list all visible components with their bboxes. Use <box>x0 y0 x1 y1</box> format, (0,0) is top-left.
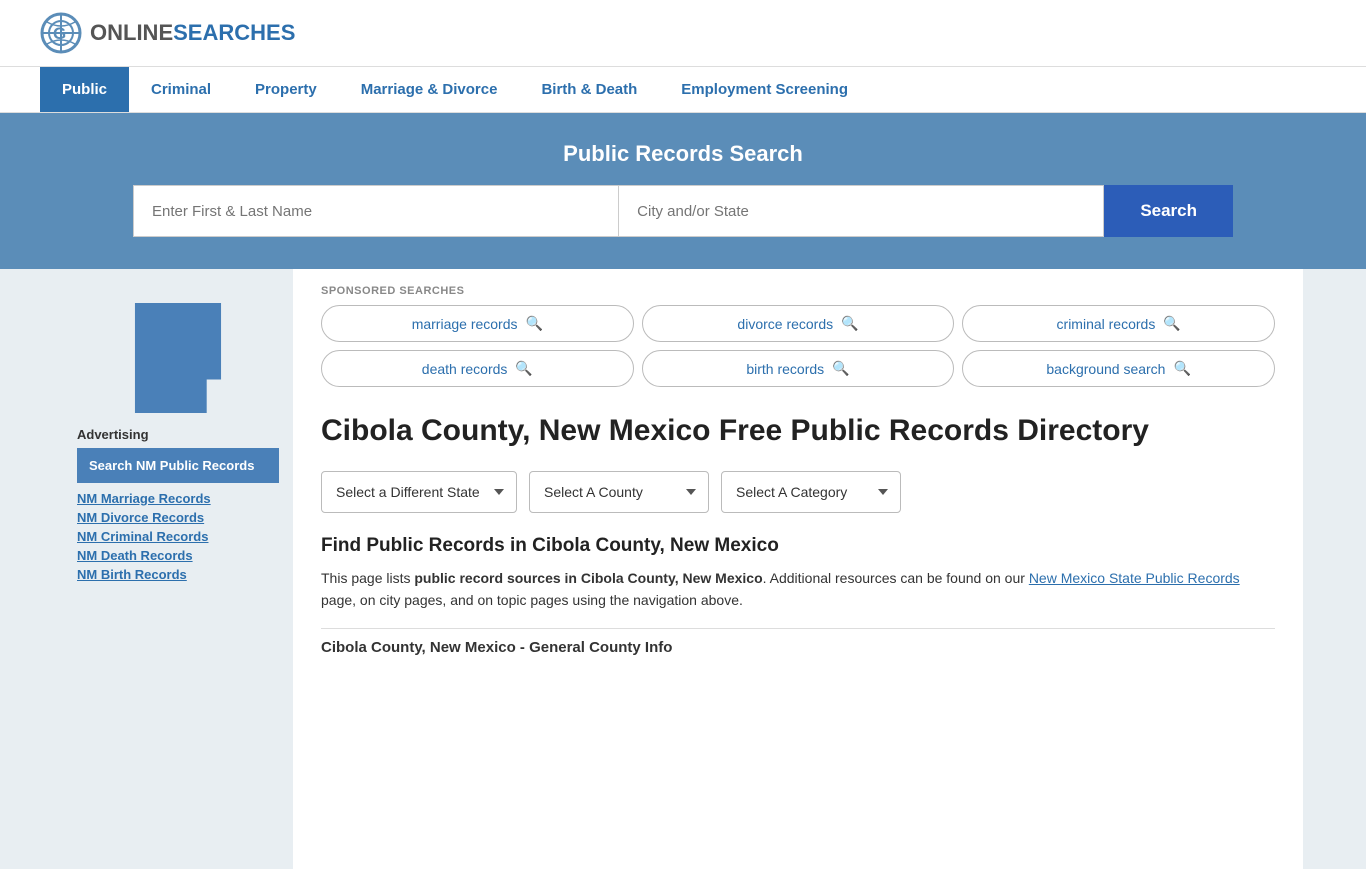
county-header: Cibola County, New Mexico Free Public Re… <box>321 409 1275 449</box>
nm-records-link[interactable]: New Mexico State Public Records <box>1029 570 1240 586</box>
sponsored-tag-background[interactable]: background search 🔍 <box>962 350 1275 387</box>
logo-icon: G <box>40 12 82 54</box>
svg-text:G: G <box>53 24 66 43</box>
find-records-para: This page lists public record sources in… <box>321 567 1275 612</box>
sidebar-link-criminal[interactable]: NM Criminal Records <box>77 529 279 544</box>
sponsored-tag-marriage[interactable]: marriage records 🔍 <box>321 305 634 342</box>
name-input[interactable] <box>133 185 618 237</box>
search-band-title: Public Records Search <box>40 141 1326 167</box>
sponsored-label: SPONSORED SEARCHES <box>321 285 1275 297</box>
county-dropdown[interactable]: Select A County <box>529 471 709 513</box>
sidebar-link-death[interactable]: NM Death Records <box>77 548 279 563</box>
county-info-title: Cibola County, New Mexico - General Coun… <box>321 628 1275 662</box>
main-wrap: Advertising Search NM Public Records NM … <box>63 269 1303 869</box>
search-icon-birth: 🔍 <box>832 360 849 377</box>
search-icon-divorce: 🔍 <box>841 315 858 332</box>
advertising-label: Advertising <box>77 427 279 442</box>
main-nav: Public Criminal Property Marriage & Divo… <box>0 67 1366 113</box>
dropdowns-row: Select a Different State Select A County… <box>321 471 1275 513</box>
search-icon-background: 🔍 <box>1173 360 1190 377</box>
search-row: Search <box>133 185 1233 237</box>
city-input[interactable] <box>618 185 1104 237</box>
sidebar-link-divorce[interactable]: NM Divorce Records <box>77 510 279 525</box>
category-dropdown[interactable]: Select A Category <box>721 471 901 513</box>
nav-item-criminal[interactable]: Criminal <box>129 67 233 112</box>
search-icon-criminal: 🔍 <box>1163 315 1180 332</box>
sponsored-tag-criminal[interactable]: criminal records 🔍 <box>962 305 1275 342</box>
nav-item-birth[interactable]: Birth & Death <box>519 67 659 112</box>
sponsored-tag-birth[interactable]: birth records 🔍 <box>642 350 955 387</box>
logo[interactable]: G ONLINESEARCHES <box>40 12 295 54</box>
sidebar-link-marriage[interactable]: NM Marriage Records <box>77 491 279 506</box>
search-button[interactable]: Search <box>1104 185 1233 237</box>
state-dropdown[interactable]: Select a Different State <box>321 471 517 513</box>
sponsored-tag-death[interactable]: death records 🔍 <box>321 350 634 387</box>
county-title: Cibola County, New Mexico Free Public Re… <box>321 413 1149 449</box>
nav-item-marriage[interactable]: Marriage & Divorce <box>339 67 520 112</box>
search-icon-marriage: 🔍 <box>526 315 543 332</box>
nm-map-icon <box>128 303 228 413</box>
ad-box[interactable]: Search NM Public Records <box>77 448 279 483</box>
nav-item-public[interactable]: Public <box>40 67 129 112</box>
search-band: Public Records Search Search <box>0 113 1366 269</box>
sponsored-tag-divorce[interactable]: divorce records 🔍 <box>642 305 955 342</box>
site-header: G ONLINESEARCHES <box>0 0 1366 67</box>
logo-text: ONLINESEARCHES <box>90 20 295 46</box>
nav-item-employment[interactable]: Employment Screening <box>659 67 870 112</box>
main-content: SPONSORED SEARCHES marriage records 🔍 di… <box>293 269 1303 869</box>
find-records-title: Find Public Records in Cibola County, Ne… <box>321 535 1275 557</box>
sidebar-link-birth[interactable]: NM Birth Records <box>77 567 279 582</box>
search-icon-death: 🔍 <box>515 360 532 377</box>
sidebar: Advertising Search NM Public Records NM … <box>63 269 293 869</box>
sponsored-grid: marriage records 🔍 divorce records 🔍 cri… <box>321 305 1275 387</box>
nav-item-property[interactable]: Property <box>233 67 339 112</box>
